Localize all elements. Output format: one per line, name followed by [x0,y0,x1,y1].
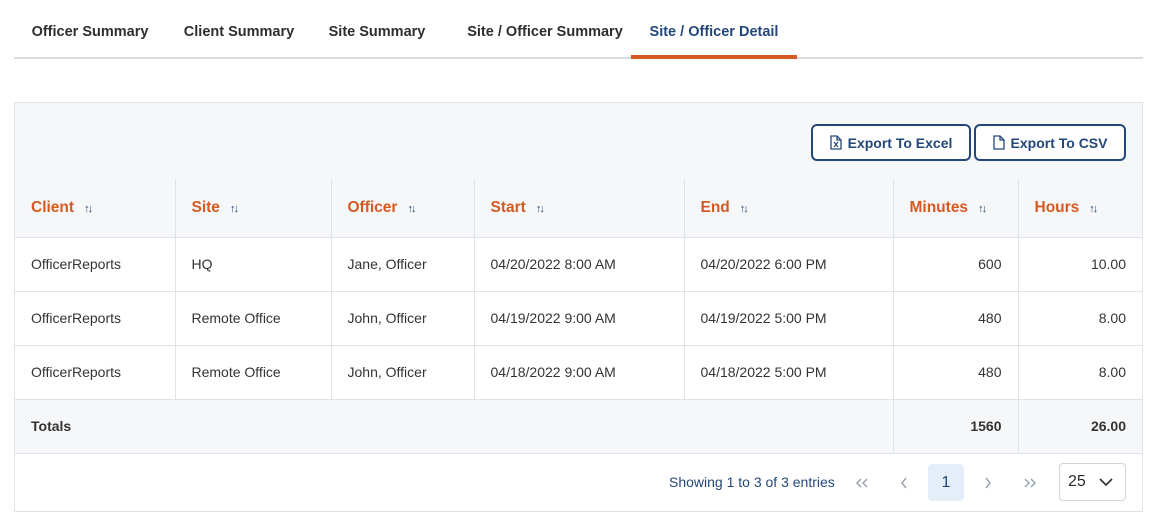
totals-hours: 26.00 [1018,399,1142,454]
excel-file-icon [829,135,842,150]
sort-icon[interactable]: ↑↓ [1089,203,1098,215]
export-excel-label: Export To Excel [847,134,953,151]
file-icon [992,135,1005,150]
cell-officer: Jane, Officer [331,237,475,292]
sort-icon[interactable]: ↑↓ [536,203,545,215]
sort-icon[interactable]: ↑↓ [230,203,239,215]
cell-end: 04/20/2022 6:00 PM [684,237,894,292]
last-page-button[interactable] [1012,464,1048,501]
table-row: OfficerReports Remote Office John, Offic… [15,291,1142,346]
export-excel-button[interactable]: Export To Excel [811,124,971,161]
sort-icon[interactable]: ↑↓ [84,203,93,215]
report-tabs: Officer Summary Client Summary Site Summ… [14,0,1143,59]
cell-site: Remote Office [175,345,332,400]
cell-officer: John, Officer [331,345,475,400]
column-header-client[interactable]: Client ↑↓ [15,179,176,238]
cell-site: HQ [175,237,332,292]
cell-minutes: 480 [893,345,1019,400]
chevron-right-icon [985,477,991,488]
cell-hours: 8.00 [1018,291,1142,346]
active-tab-indicator [631,55,797,59]
page-1-button[interactable]: 1 [928,464,964,501]
export-csv-label: Export To CSV [1010,134,1108,151]
table-header-row: Client ↑↓ Site ↑↓ Officer ↑↓ Start ↑↓ End ↑↓ … [15,179,1142,238]
tab-client-summary[interactable]: Client Summary [174,0,304,59]
pagination: Showing 1 to 3 of 3 entries 1 25 [15,454,1142,512]
cell-start: 04/18/2022 9:00 AM [474,345,685,400]
tab-officer-summary[interactable]: Officer Summary [14,0,166,59]
first-page-button[interactable] [844,464,880,501]
column-header-end[interactable]: End ↑↓ [684,179,894,238]
cell-end: 04/18/2022 5:00 PM [684,345,894,400]
cell-minutes: 480 [893,291,1019,346]
sort-icon[interactable]: ↑↓ [740,203,749,215]
sort-icon[interactable]: ↑↓ [978,203,987,215]
cell-client: OfficerReports [15,237,176,292]
entries-info: Showing 1 to 3 of 3 entries [669,474,835,490]
tab-site-summary[interactable]: Site Summary [320,0,434,59]
cell-officer: John, Officer [331,291,475,346]
table-row: OfficerReports HQ Jane, Officer 04/20/20… [15,237,1142,292]
page-size-value: 25 [1068,473,1086,490]
cell-end: 04/19/2022 5:00 PM [684,291,894,346]
report-panel: Export To Excel Export To CSV Client ↑↓ S… [14,102,1143,512]
tab-site-officer-detail[interactable]: Site / Officer Detail [631,0,797,59]
chevron-left-icon [901,477,907,488]
table-toolbar: Export To Excel Export To CSV [15,103,1142,180]
totals-minutes: 1560 [893,399,1019,454]
column-header-site[interactable]: Site ↑↓ [175,179,332,238]
column-header-minutes[interactable]: Minutes ↑↓ [893,179,1019,238]
totals-label: Totals [15,399,894,454]
double-chevron-left-icon [855,477,868,488]
cell-hours: 8.00 [1018,345,1142,400]
cell-hours: 10.00 [1018,237,1142,292]
officer-detail-table: Client ↑↓ Site ↑↓ Officer ↑↓ Start ↑↓ End ↑↓ … [15,179,1142,454]
cell-start: 04/20/2022 8:00 AM [474,237,685,292]
page-size-select[interactable]: 25 [1059,463,1126,501]
cell-client: OfficerReports [15,291,176,346]
double-chevron-right-icon [1024,477,1037,488]
prev-page-button[interactable] [886,464,922,501]
sort-icon[interactable]: ↑↓ [407,203,416,215]
cell-start: 04/19/2022 9:00 AM [474,291,685,346]
column-header-hours[interactable]: Hours ↑↓ [1018,179,1142,238]
cell-minutes: 600 [893,237,1019,292]
cell-site: Remote Office [175,291,332,346]
table-row: OfficerReports Remote Office John, Offic… [15,345,1142,400]
export-csv-button[interactable]: Export To CSV [974,124,1126,161]
totals-row: Totals 1560 26.00 [15,399,1142,454]
cell-client: OfficerReports [15,345,176,400]
chevron-down-icon [1099,478,1113,487]
column-header-officer[interactable]: Officer ↑↓ [331,179,475,238]
column-header-start[interactable]: Start ↑↓ [474,179,685,238]
next-page-button[interactable] [970,464,1006,501]
tab-site-officer-summary[interactable]: Site / Officer Summary [450,0,640,59]
